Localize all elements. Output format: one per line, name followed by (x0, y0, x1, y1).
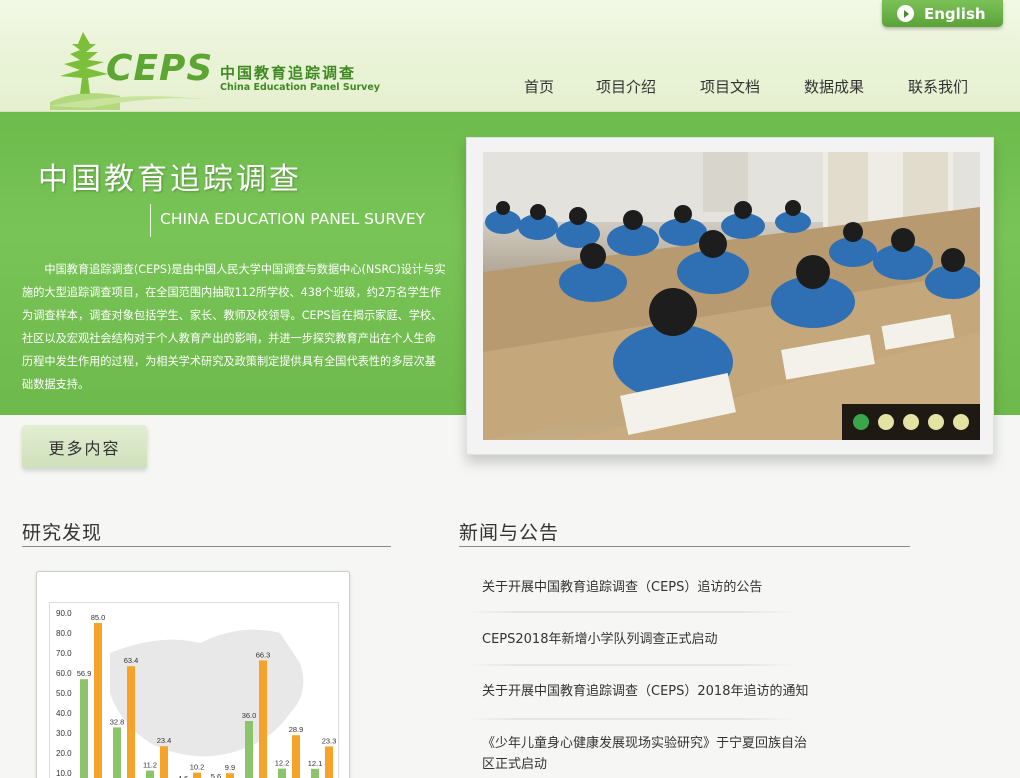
bar-green (80, 679, 88, 778)
bar-chart: 90.080.070.060.050.040.030.020.010.00.0 … (56, 609, 337, 778)
ceps-logo[interactable]: CEPS 中国教育追踪调查 China Education Panel Surv… (50, 30, 380, 110)
y-tick-label: 40.0 (56, 709, 72, 718)
nav-home[interactable]: 首页 (524, 76, 554, 97)
bar-orange (193, 772, 201, 778)
y-tick-label: 70.0 (56, 649, 72, 658)
nav-project-intro[interactable]: 项目介绍 (596, 76, 656, 97)
y-tick-label: 60.0 (56, 669, 72, 678)
news-divider-1 (466, 611, 794, 613)
slide-dot-4[interactable] (928, 414, 944, 430)
slide-dot-2[interactable] (878, 414, 894, 430)
bar-orange (292, 735, 300, 778)
y-tick-label: 10.0 (56, 769, 72, 778)
news-item-1[interactable]: 关于开展中国教育追踪调查（CEPS）追访的公告 (482, 577, 812, 598)
hero-description: 中国教育追踪调查(CEPS)是由中国人民大学中国调查与数据中心(NSRC)设计与… (22, 263, 446, 391)
bar-value-label: 63.4 (124, 656, 139, 665)
bar-value-label: 12.1 (308, 759, 323, 768)
bar-green (146, 770, 154, 778)
hero-subtitle: CHINA EDUCATION PANEL SURVEY (160, 210, 426, 228)
y-tick-label: 20.0 (56, 749, 72, 758)
slide-dot-3[interactable] (903, 414, 919, 430)
news-item-4[interactable]: 《少年儿童身心健康发展现场实验研究》于宁夏回族自治区正式启动 (482, 733, 812, 775)
y-tick-label: 30.0 (56, 729, 72, 738)
classroom-illustration (483, 152, 980, 440)
nav-contact[interactable]: 联系我们 (908, 76, 968, 97)
news-item-2[interactable]: CEPS2018年新增小学队列调查正式启动 (482, 629, 812, 650)
bar-orange (160, 746, 168, 778)
arrow-right-icon (897, 5, 914, 22)
bar-green (245, 721, 253, 778)
y-tick-label: 50.0 (56, 689, 72, 698)
nav-data-results[interactable]: 数据成果 (804, 76, 864, 97)
bar-value-label: 28.9 (289, 725, 304, 734)
bar-orange (127, 666, 135, 778)
bar-orange (259, 660, 267, 778)
bar-value-label: 10.2 (190, 763, 205, 772)
y-tick-label: 80.0 (56, 629, 72, 638)
bar-value-label: 66.3 (256, 650, 271, 659)
hero-title: 中国教育追踪调查 (38, 162, 302, 197)
bar-orange (325, 746, 333, 778)
bar-orange (226, 773, 234, 778)
bar-value-label: 9.9 (225, 763, 235, 772)
hero-divider (150, 204, 151, 237)
more-content-button[interactable]: 更多内容 (22, 425, 147, 468)
y-tick-label: 90.0 (56, 609, 72, 618)
bar-value-label: 23.3 (322, 736, 337, 745)
bar-green (113, 727, 121, 778)
news-section-underline (459, 546, 910, 547)
english-language-button[interactable]: English (882, 0, 1003, 27)
bar-value-label: 85.0 (91, 613, 106, 622)
bar-green (311, 768, 319, 778)
main-nav: 首页 项目介绍 项目文档 数据成果 联系我们 (0, 76, 1020, 98)
bar-value-label: 5.6 (211, 772, 221, 778)
china-map-icon (110, 629, 304, 757)
bar-value-label: 36.0 (242, 711, 257, 720)
bar-value-label: 56.9 (77, 669, 92, 678)
news-section-title: 新闻与公告 (459, 522, 560, 544)
bar-value-label: 12.2 (275, 759, 290, 768)
site-header: English CEPS 中国教育追踪调查 China Education Pa… (0, 0, 1020, 112)
bar-green (278, 768, 286, 778)
slideshow-pager (842, 404, 980, 440)
english-label: English (924, 4, 986, 23)
bar-value-label: 11.2 (143, 761, 157, 770)
bar-orange (94, 623, 102, 778)
research-section-underline (22, 546, 391, 547)
chart-area: 90.080.070.060.050.040.030.020.010.00.0 … (49, 602, 339, 778)
research-chart-card[interactable]: 90.080.070.060.050.040.030.020.010.00.0 … (36, 571, 350, 778)
nav-project-docs[interactable]: 项目文档 (700, 76, 760, 97)
classroom-photo[interactable] (483, 152, 980, 440)
slide-dot-5[interactable] (953, 414, 969, 430)
news-item-3[interactable]: 关于开展中国教育追踪调查（CEPS）2018年追访的通知 (482, 681, 812, 702)
news-divider-3 (466, 718, 794, 720)
bar-value-label: 23.4 (157, 736, 172, 745)
slide-dot-1[interactable] (853, 414, 869, 430)
slideshow (466, 137, 994, 455)
bar-value-label: 4.6 (178, 774, 188, 778)
research-section-title: 研究发现 (22, 522, 103, 544)
bar-value-label: 32.8 (110, 717, 125, 726)
news-divider-2 (466, 664, 794, 666)
